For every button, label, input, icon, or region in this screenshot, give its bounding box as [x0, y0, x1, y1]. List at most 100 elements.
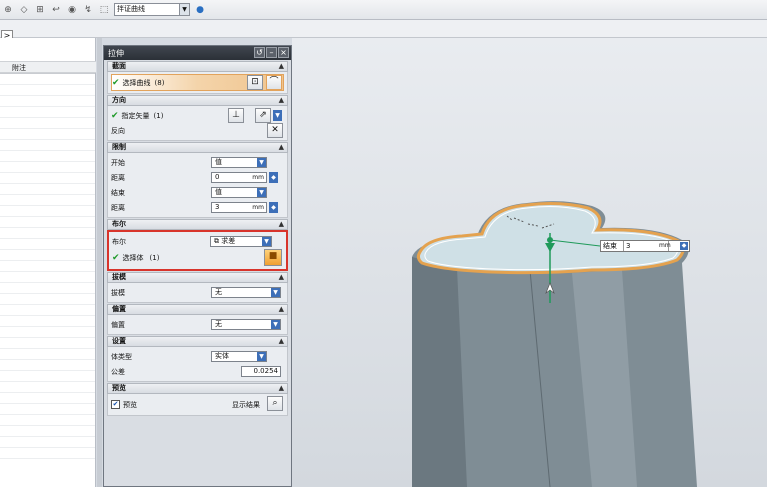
magnifier-icon[interactable]: ⌕	[267, 396, 283, 411]
list-item	[0, 283, 95, 294]
transform-icon[interactable]: ↯	[82, 4, 94, 16]
reset-icon[interactable]: ↺	[254, 47, 265, 58]
list-item	[0, 404, 95, 415]
offset-row: 偏置 无 ▼	[111, 317, 284, 332]
boolean-row: 布尔 ⧉ 求差 ▼	[112, 234, 283, 249]
drag-handle[interactable]	[547, 237, 553, 243]
draft-select[interactable]: 无 ▼	[211, 287, 281, 298]
list-item	[0, 206, 95, 217]
select-curve-count: (8)	[154, 78, 165, 87]
specify-vector-row[interactable]: ✔ 指定矢量 (1) ⊥ ⇗ ▼	[111, 108, 284, 123]
direction-header-label: 方向	[112, 96, 126, 104]
dialog-title: 拉伸	[108, 48, 124, 58]
end-distance-input[interactable]: 3 mm	[211, 202, 267, 213]
boolean-header[interactable]: 布尔 ▲	[107, 219, 288, 230]
offset-label: 偏置	[111, 320, 125, 329]
sketch-section-icon[interactable]: ⊡	[247, 75, 263, 90]
select-icon[interactable]: ⬚	[98, 4, 110, 16]
specify-vector-count: (1)	[153, 111, 164, 120]
offset-group: 偏置 ▲ 偏置 无 ▼	[107, 304, 288, 335]
end-distance-value: 3	[215, 203, 220, 211]
vector-dialog-icon[interactable]: ⊥	[228, 108, 244, 123]
start-distance-menu-icon[interactable]: ◆	[269, 172, 278, 183]
settings-header[interactable]: 设置 ▲	[107, 336, 288, 347]
chevron-down-icon: ▼	[271, 320, 280, 329]
axis-icon[interactable]: ⊕	[2, 4, 14, 16]
close-icon[interactable]: ×	[278, 47, 289, 58]
chevron-down-icon: ▼	[179, 4, 189, 15]
end-distance-label: 距离	[111, 203, 125, 212]
chevron-up-icon: ▲	[278, 305, 284, 313]
chevron-down-icon: ▼	[257, 188, 266, 197]
collapse-icon[interactable]: –	[266, 47, 277, 58]
list-item	[0, 349, 95, 360]
direction-header[interactable]: 方向 ▲	[107, 95, 288, 106]
section-header[interactable]: 截面 ▲	[107, 61, 288, 72]
model-view[interactable]	[292, 38, 767, 487]
end-select[interactable]: 值 ▼	[211, 187, 267, 198]
start-label: 开始	[111, 158, 125, 167]
limits-header[interactable]: 限制 ▲	[107, 142, 288, 153]
draft-body: 拔模 无 ▼	[107, 283, 288, 303]
chevron-down-icon[interactable]: ◆	[680, 242, 688, 250]
check-icon: ✔	[112, 253, 120, 263]
chevron-up-icon: ▲	[278, 384, 284, 392]
list-item	[0, 272, 95, 283]
select-body-count: (1)	[149, 254, 160, 262]
curve-icon[interactable]: ⌒	[266, 75, 282, 90]
section-header-label: 截面	[112, 62, 126, 70]
tolerance-row: 公差 0.0254	[111, 364, 284, 379]
chevron-down-icon: ▼	[257, 352, 266, 361]
list-item	[0, 96, 95, 107]
start-distance-input[interactable]: 0 mm	[211, 172, 267, 183]
select-body-row[interactable]: ✔ 选择体 (1) ■	[112, 249, 283, 267]
sketch-icon[interactable]: ◇	[18, 4, 30, 16]
view-icon[interactable]: ◉	[66, 4, 78, 16]
select-curve-row[interactable]: ✔ 选择曲线 (8) ⊡ ⌒	[111, 74, 284, 91]
start-select[interactable]: 值 ▼	[211, 157, 267, 168]
solid-body-icon[interactable]: ■	[264, 249, 282, 266]
curve-rule-select[interactable]: 拌证曲线 ▼	[114, 3, 190, 16]
chevron-down-icon: ▼	[262, 237, 271, 246]
boolean-select[interactable]: ⧉ 求差 ▼	[210, 236, 272, 247]
list-item	[0, 382, 95, 393]
list-item	[0, 371, 95, 382]
limits-body: 开始 值 ▼ 距离 0 mm ◆ 结束 值 ▼ 距离 3 mm ◆	[107, 153, 288, 218]
graphics-viewport[interactable]	[292, 38, 767, 487]
onscreen-end-label: 结束	[603, 242, 617, 250]
draft-header-label: 拔模	[112, 273, 126, 281]
preview-row: ✔ 预览 显示结果 ⌕	[111, 396, 284, 413]
list-item	[0, 250, 95, 261]
offset-select[interactable]: 无 ▼	[211, 319, 281, 330]
reverse-direction-icon[interactable]: ✕	[267, 123, 283, 138]
preview-checkbox[interactable]: ✔	[111, 400, 120, 409]
chevron-up-icon: ▲	[278, 220, 284, 228]
draft-header[interactable]: 拔模 ▲	[107, 272, 288, 283]
chevron-down-icon[interactable]: ▼	[273, 110, 282, 121]
arrow-icon[interactable]: ↩	[50, 4, 62, 16]
body-type-select[interactable]: 实体 ▼	[211, 351, 267, 362]
list-item	[0, 151, 95, 162]
offset-header[interactable]: 偏置 ▲	[107, 304, 288, 315]
main-toolbar: ⊕ ◇ ⊞ ↩ ◉ ↯ ⬚ 拌证曲线 ▼ ●	[0, 0, 767, 20]
boolean-body: 布尔 ⧉ 求差 ▼ ✔ 选择体 (1) ■	[107, 230, 288, 271]
chevron-up-icon: ▲	[278, 273, 284, 281]
globe-icon[interactable]: ●	[194, 4, 206, 16]
end-distance-unit: mm	[252, 204, 264, 211]
end-row: 结束 值 ▼	[111, 185, 284, 200]
end-distance-onscreen-input[interactable]: 结束 3 mm ◆	[600, 240, 690, 252]
start-distance-label: 距离	[111, 173, 125, 182]
end-distance-menu-icon[interactable]: ◆	[269, 202, 278, 213]
reverse-row[interactable]: 反向 ✕	[111, 123, 284, 138]
boolean-label: 布尔	[112, 237, 126, 246]
preview-header[interactable]: 预览 ▲	[107, 383, 288, 394]
list-item	[0, 261, 95, 272]
snap-icon[interactable]: ⊞	[34, 4, 46, 16]
start-select-value: 值	[215, 158, 222, 166]
vector-type-icon[interactable]: ⇗	[255, 108, 271, 123]
tolerance-input[interactable]: 0.0254	[241, 366, 281, 377]
list-item	[0, 294, 95, 305]
specify-vector-label: 指定矢量	[121, 111, 150, 120]
boolean-select-value: 求差	[221, 237, 236, 245]
panel-divider[interactable]	[97, 38, 102, 487]
